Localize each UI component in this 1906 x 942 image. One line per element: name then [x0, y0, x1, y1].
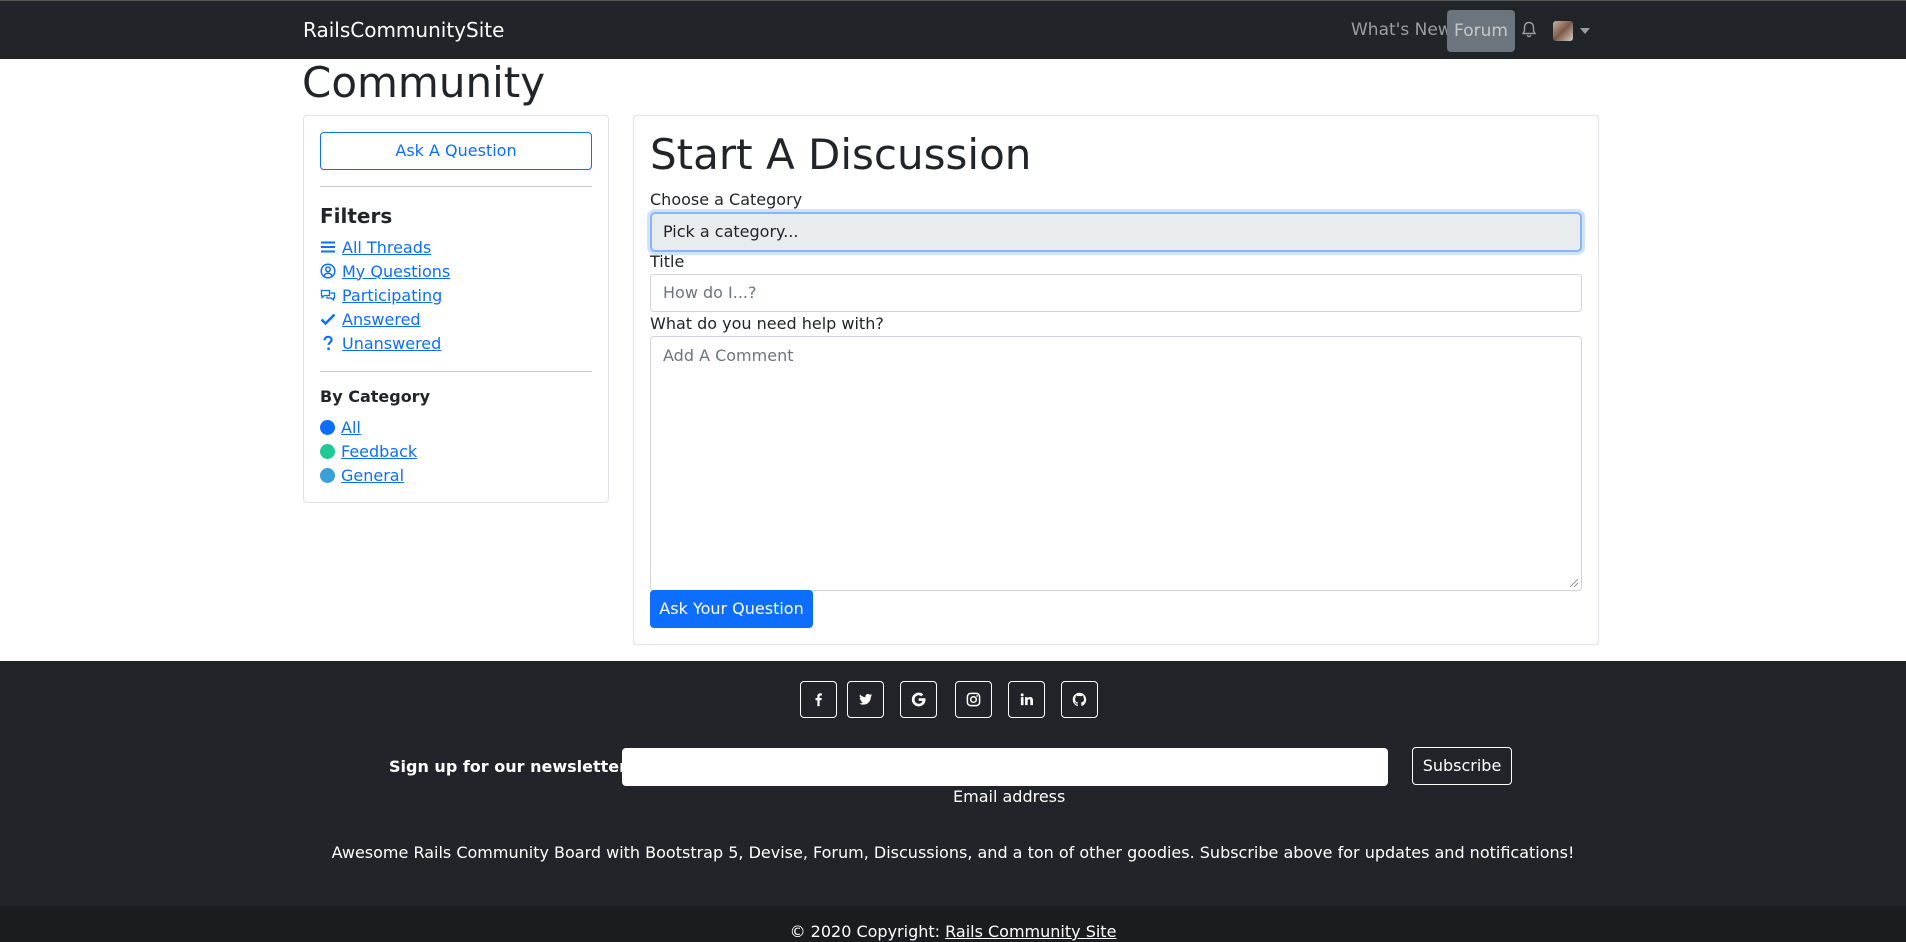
filter-label: My Questions [342, 261, 451, 281]
nav-whats-new[interactable]: What's New [1351, 20, 1452, 40]
page-title: Community [302, 58, 546, 107]
category-label: All [341, 417, 361, 437]
instagram-icon[interactable] [955, 681, 992, 718]
filter-participating[interactable]: Participating [320, 284, 442, 306]
subscribe-button[interactable]: Subscribe [1412, 747, 1512, 785]
title-input[interactable]: How do I...? [650, 274, 1582, 312]
question-icon [320, 335, 336, 351]
category-label: Choose a Category [650, 190, 803, 209]
newsletter-label: Sign up for our newsletter [389, 757, 628, 776]
category-dot-icon [320, 419, 335, 435]
copyright-prefix: © 2020 Copyright: [789, 922, 946, 941]
resize-handle-icon[interactable] [1570, 579, 1578, 587]
by-category-heading: By Category [320, 387, 430, 406]
category-feedback[interactable]: Feedback [320, 440, 417, 462]
discussion-form-card: Start A Discussion Choose a Category Pic… [633, 115, 1599, 645]
facebook-icon[interactable] [800, 681, 837, 718]
nav-forum[interactable]: Forum [1447, 10, 1515, 52]
form-title: Start A Discussion [650, 130, 1032, 179]
category-dot-icon [320, 467, 335, 483]
user-circle-icon [320, 263, 336, 279]
filter-my-questions[interactable]: My Questions [320, 260, 450, 282]
category-label: Feedback [341, 441, 418, 461]
textarea-placeholder: Add A Comment [663, 346, 794, 365]
ask-question-button[interactable]: Ask A Question [320, 132, 592, 170]
submit-question-button[interactable]: Ask Your Question [650, 590, 813, 628]
copyright-text: © 2020 Copyright: Rails Community Site [0, 922, 1906, 941]
category-general[interactable]: General [320, 464, 404, 486]
filter-unanswered[interactable]: Unanswered [320, 332, 441, 354]
divider [320, 186, 592, 187]
category-dot-icon [320, 443, 335, 459]
top-navbar: RailsCommunitySite What's New Forum [0, 0, 1906, 59]
github-icon[interactable] [1061, 681, 1098, 718]
title-label: Title [650, 252, 685, 271]
avatar [1553, 21, 1573, 41]
list-icon [320, 239, 336, 255]
copyright-link[interactable]: Rails Community Site [945, 922, 1116, 941]
check-icon [320, 311, 336, 327]
user-menu[interactable] [1553, 21, 1593, 43]
twitter-icon[interactable] [847, 681, 884, 718]
comments-icon [320, 287, 336, 303]
filter-all-threads[interactable]: All Threads [320, 236, 431, 258]
filter-label: Unanswered [342, 333, 442, 353]
filter-answered[interactable]: Answered [320, 308, 421, 330]
chevron-down-icon [1580, 28, 1590, 34]
footer: Sign up for our newsletter Email address… [0, 661, 1906, 906]
bell-icon[interactable] [1521, 21, 1537, 39]
google-icon[interactable] [900, 681, 937, 718]
sidebar: Ask A Question Filters All Threads My Qu… [303, 115, 609, 503]
footer-tagline: Awesome Rails Community Board with Boots… [331, 843, 1575, 862]
category-select[interactable]: Pick a category... [650, 212, 1582, 252]
email-caption: Email address [953, 787, 1066, 806]
email-field[interactable] [622, 748, 1388, 786]
linkedin-icon[interactable] [1008, 681, 1045, 718]
filters-heading: Filters [320, 204, 393, 228]
filter-label: Answered [342, 309, 421, 329]
comment-textarea[interactable]: Add A Comment [650, 336, 1582, 591]
divider [320, 371, 592, 372]
category-label: General [341, 465, 405, 485]
filter-label: Participating [342, 285, 443, 305]
body-label: What do you need help with? [650, 314, 884, 333]
copyright-bar: © 2020 Copyright: Rails Community Site [0, 906, 1906, 942]
category-all[interactable]: All [320, 416, 361, 438]
brand-link[interactable]: RailsCommunitySite [303, 18, 504, 42]
filter-label: All Threads [342, 237, 432, 257]
